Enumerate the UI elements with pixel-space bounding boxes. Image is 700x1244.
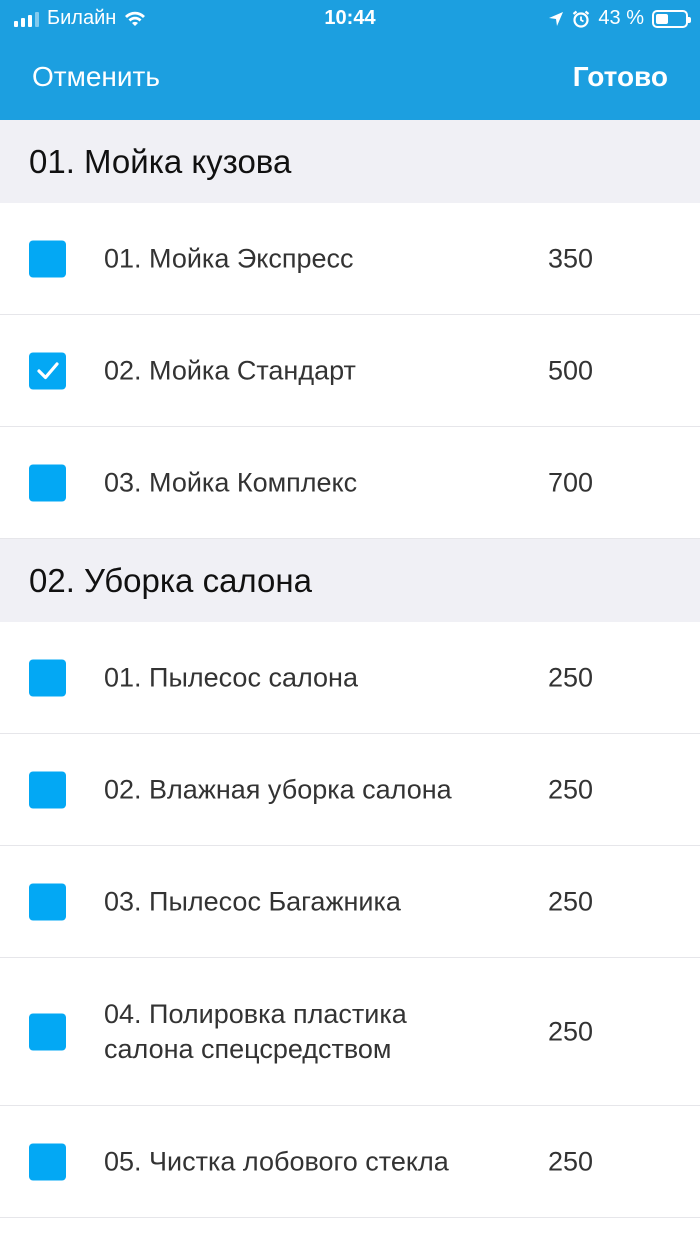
item-name: 01. Пылесос салона — [104, 662, 358, 692]
item-price: 250 — [548, 1146, 594, 1176]
section-header: 01. Мойка кузова — [0, 120, 700, 203]
item-price: 700 — [548, 467, 594, 497]
list-item[interactable]: 03. Пылесос Багажника 250 — [0, 846, 700, 958]
item-price: 250 — [548, 662, 594, 692]
alarm-icon — [573, 10, 590, 28]
list-item[interactable]: 05. Чистка лобового стекла 250 — [0, 1106, 700, 1218]
status-bar: Билайн 10:44 43 % — [0, 0, 700, 37]
list-item[interactable]: 03. Мойка Комплекс 700 — [0, 427, 700, 539]
list-item[interactable]: 01. Пылесос салона 250 — [0, 622, 700, 734]
item-name: 05. Чистка лобового стекла — [104, 1146, 449, 1176]
list-item[interactable]: 01. Мойка Экспресс 350 — [0, 203, 700, 315]
nav-bar: Отменить Готово — [0, 37, 700, 120]
checkbox[interactable] — [29, 1013, 66, 1050]
location-icon — [549, 11, 564, 26]
item-name: 03. Мойка Комплекс — [104, 467, 358, 497]
item-price: 350 — [548, 243, 594, 273]
status-right: 43 % — [548, 7, 691, 30]
section-header: 02. Уборка салона — [0, 539, 700, 622]
item-price: 250 — [548, 1016, 594, 1046]
item-price: 250 — [548, 774, 594, 804]
item-price: 500 — [548, 355, 594, 385]
item-name: 02. Влажная уборка салона — [104, 774, 452, 804]
battery-fill — [656, 13, 669, 24]
cancel-button[interactable]: Отменить — [32, 61, 160, 93]
done-button[interactable]: Готово — [573, 61, 668, 93]
list-item[interactable]: 04. Полировка пластика салона спецсредст… — [0, 958, 700, 1106]
item-name: 01. Мойка Экспресс — [104, 243, 354, 273]
checkbox[interactable] — [29, 771, 66, 808]
checkbox[interactable] — [29, 883, 66, 920]
battery-icon — [652, 9, 691, 28]
item-price: 250 — [548, 886, 594, 916]
item-name: 03. Пылесос Багажника — [104, 886, 401, 916]
checkbox[interactable] — [29, 464, 66, 501]
battery-percent: 43 % — [598, 7, 644, 29]
service-list: 01. Мойка кузова 01. Мойка Экспресс 350 … — [0, 120, 700, 1218]
checkbox[interactable] — [29, 352, 66, 389]
checkbox[interactable] — [29, 659, 66, 696]
item-name: 04. Полировка пластика салона спецсредст… — [104, 998, 407, 1064]
item-name: 02. Мойка Стандарт — [104, 355, 356, 385]
checkmark-icon — [36, 362, 59, 380]
checkbox[interactable] — [29, 1143, 66, 1180]
list-item[interactable]: 02. Влажная уборка салона 250 — [0, 734, 700, 846]
checkbox[interactable] — [29, 240, 66, 277]
list-item[interactable]: 02. Мойка Стандарт 500 — [0, 315, 700, 427]
